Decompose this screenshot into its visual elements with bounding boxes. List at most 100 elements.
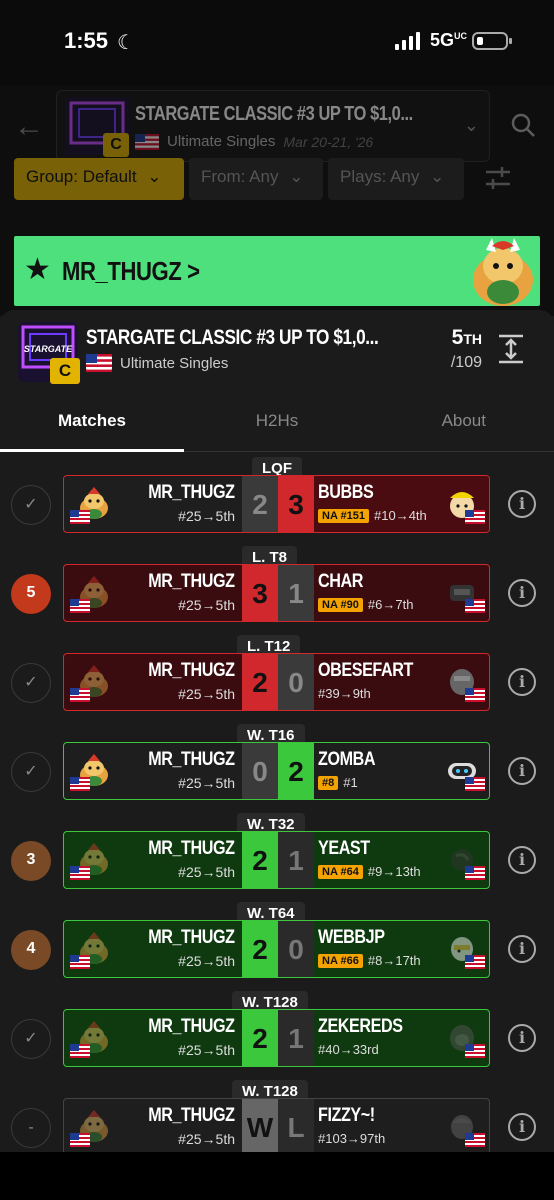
info-icon[interactable]: i (508, 1113, 536, 1141)
event-subtitle: Ultimate Singles Mar 20-21, '26 (135, 133, 373, 150)
match-card[interactable]: MR_THUGZ #25→5th 2 0 WEBBJP NA #66 #8→17t… (63, 920, 490, 978)
player-seed: #25→5th (178, 1042, 235, 1058)
placing-circle: 5 (11, 574, 51, 614)
player-name: MR_THUGZ (148, 571, 236, 592)
us-flag-icon (465, 1044, 485, 1058)
check-icon[interactable]: - (11, 1108, 51, 1148)
player-seed: #25→5th (178, 864, 235, 880)
player-seed: #25→5th (178, 686, 235, 702)
match-card[interactable]: MR_THUGZ #25→5th 2 1 YEAST NA #64 #9→13th (63, 831, 490, 889)
player-score: 2 (242, 654, 278, 710)
tab-matches[interactable]: Matches (0, 396, 184, 452)
match-row[interactable]: LQF ✓ MR_THUGZ #25→5th 2 3 BUBBS NA #151… (0, 457, 554, 546)
player-name: MR_THUGZ > (62, 256, 200, 286)
info-icon[interactable]: i (508, 846, 536, 874)
match-card[interactable]: MR_THUGZ #25→5th 0 2 ZOMBA #8 #1 (63, 742, 490, 800)
us-flag-icon (70, 866, 90, 880)
sliders-icon[interactable] (484, 166, 512, 190)
info-icon[interactable]: i (508, 490, 536, 518)
check-icon[interactable]: ✓ (11, 663, 51, 703)
opponent-score: 1 (278, 832, 314, 888)
signal-icon (395, 32, 420, 50)
info-icon[interactable]: i (508, 935, 536, 963)
us-flag-icon (465, 599, 485, 613)
opponent-name: BUBBS (318, 482, 374, 503)
opponent-score: 0 (278, 654, 314, 710)
match-row[interactable]: L. T8 5 MR_THUGZ #25→5th 3 1 CHAR NA #90… (0, 546, 554, 635)
player-score: 2 (242, 1010, 278, 1066)
opponent-seed: NA #151 #10→4th (318, 508, 427, 523)
opponent-score: 1 (278, 1010, 314, 1066)
opponent-score: 0 (278, 921, 314, 977)
us-flag-icon (465, 1133, 485, 1147)
match-row[interactable]: W. T16 ✓ MR_THUGZ #25→5th 0 2 ZOMBA #8 #1… (0, 724, 554, 813)
rank-tag: NA #151 (318, 508, 370, 523)
player-score: 2 (242, 832, 278, 888)
player-name: MR_THUGZ (148, 749, 236, 770)
match-card[interactable]: MR_THUGZ #25→5th W L FIZZY~! #103→97th (63, 1098, 490, 1156)
event-title: STARGATE CLASSIC #3 UP TO $1,0... (135, 103, 413, 125)
plays-filter[interactable]: Plays: Any ⌄ (328, 158, 464, 200)
rank-tag: #8 (318, 775, 339, 790)
bowser-character-icon (473, 238, 533, 306)
opponent-name: WEBBJP (318, 927, 385, 948)
info-icon[interactable]: i (508, 579, 536, 607)
collapse-icon[interactable] (498, 334, 524, 364)
opponent-name: YEAST (318, 838, 370, 859)
tab-bar: Matches H2Hs About (0, 396, 554, 452)
us-flag-icon (86, 354, 112, 372)
player-name: MR_THUGZ (148, 1105, 236, 1126)
us-flag-icon (70, 510, 90, 524)
info-icon[interactable]: i (508, 757, 536, 785)
group-filter[interactable]: Group: Default ⌄ (14, 158, 184, 200)
back-arrow-icon[interactable]: ← (14, 110, 44, 144)
match-card[interactable]: MR_THUGZ #25→5th 2 3 BUBBS NA #151 #10→4t… (63, 475, 490, 533)
from-filter[interactable]: From: Any ⌄ (189, 158, 323, 200)
check-icon[interactable]: ✓ (11, 485, 51, 525)
info-icon[interactable]: i (508, 668, 536, 696)
opponent-name: ZOMBA (318, 749, 376, 770)
match-card[interactable]: MR_THUGZ #25→5th 2 0 OBESEFART #39→9th (63, 653, 490, 711)
match-row[interactable]: W. T64 4 MR_THUGZ #25→5th 2 0 WEBBJP NA … (0, 902, 554, 991)
bottom-bar (0, 1152, 554, 1200)
event-dates: Mar 20-21, '26 (283, 133, 374, 150)
check-icon[interactable]: ✓ (11, 752, 51, 792)
player-seed: #25→5th (178, 775, 235, 791)
opponent-seed: NA #66 #8→17th (318, 953, 421, 968)
player-seed: #25→5th (178, 1131, 235, 1147)
us-flag-icon (70, 1133, 90, 1147)
match-row[interactable]: W. T32 3 MR_THUGZ #25→5th 2 1 YEAST NA #… (0, 813, 554, 902)
match-row[interactable]: L. T12 ✓ MR_THUGZ #25→5th 2 0 OBESEFART … (0, 635, 554, 724)
player-score: 0 (242, 743, 278, 799)
opponent-score: 1 (278, 565, 314, 621)
check-icon[interactable]: ✓ (11, 1019, 51, 1059)
player-seed: #25→5th (178, 597, 235, 613)
tier-badge: C (50, 358, 80, 384)
info-icon[interactable]: i (508, 1024, 536, 1052)
tab-about[interactable]: About (370, 396, 554, 452)
svg-text:STARGATE: STARGATE (24, 344, 73, 354)
match-card[interactable]: MR_THUGZ #25→5th 2 1 ZEKEREDS #40→33rd (63, 1009, 490, 1067)
us-flag-icon (465, 866, 485, 880)
opponent-score: 3 (278, 476, 314, 532)
battery-tip (509, 38, 512, 44)
chevron-down-icon[interactable]: ⌄ (464, 115, 479, 136)
rank-tag: NA #64 (318, 864, 363, 879)
opponent-seed: #39→9th (318, 686, 371, 701)
opponent-seed: #103→97th (318, 1131, 386, 1146)
match-card[interactable]: MR_THUGZ #25→5th 3 1 CHAR NA #90 #6→7th (63, 564, 490, 622)
event-header[interactable]: C STARGATE CLASSIC #3 UP TO $1,0... Ulti… (56, 90, 490, 162)
match-row[interactable]: W. T128 ✓ MR_THUGZ #25→5th 2 1 ZEKEREDS … (0, 991, 554, 1080)
tab-h2hs[interactable]: H2Hs (185, 396, 369, 452)
search-icon[interactable] (510, 112, 536, 138)
player-score: 3 (242, 565, 278, 621)
player-score: W (242, 1099, 278, 1155)
focus-moon-icon: ☾ (117, 32, 135, 54)
player-banner[interactable]: ★ MR_THUGZ > (14, 236, 540, 306)
us-flag-icon (70, 599, 90, 613)
player-name: MR_THUGZ (148, 927, 236, 948)
battery-icon (472, 32, 508, 50)
us-flag-icon (135, 133, 159, 150)
opponent-name: OBESEFART (318, 660, 413, 681)
us-flag-icon (465, 510, 485, 524)
